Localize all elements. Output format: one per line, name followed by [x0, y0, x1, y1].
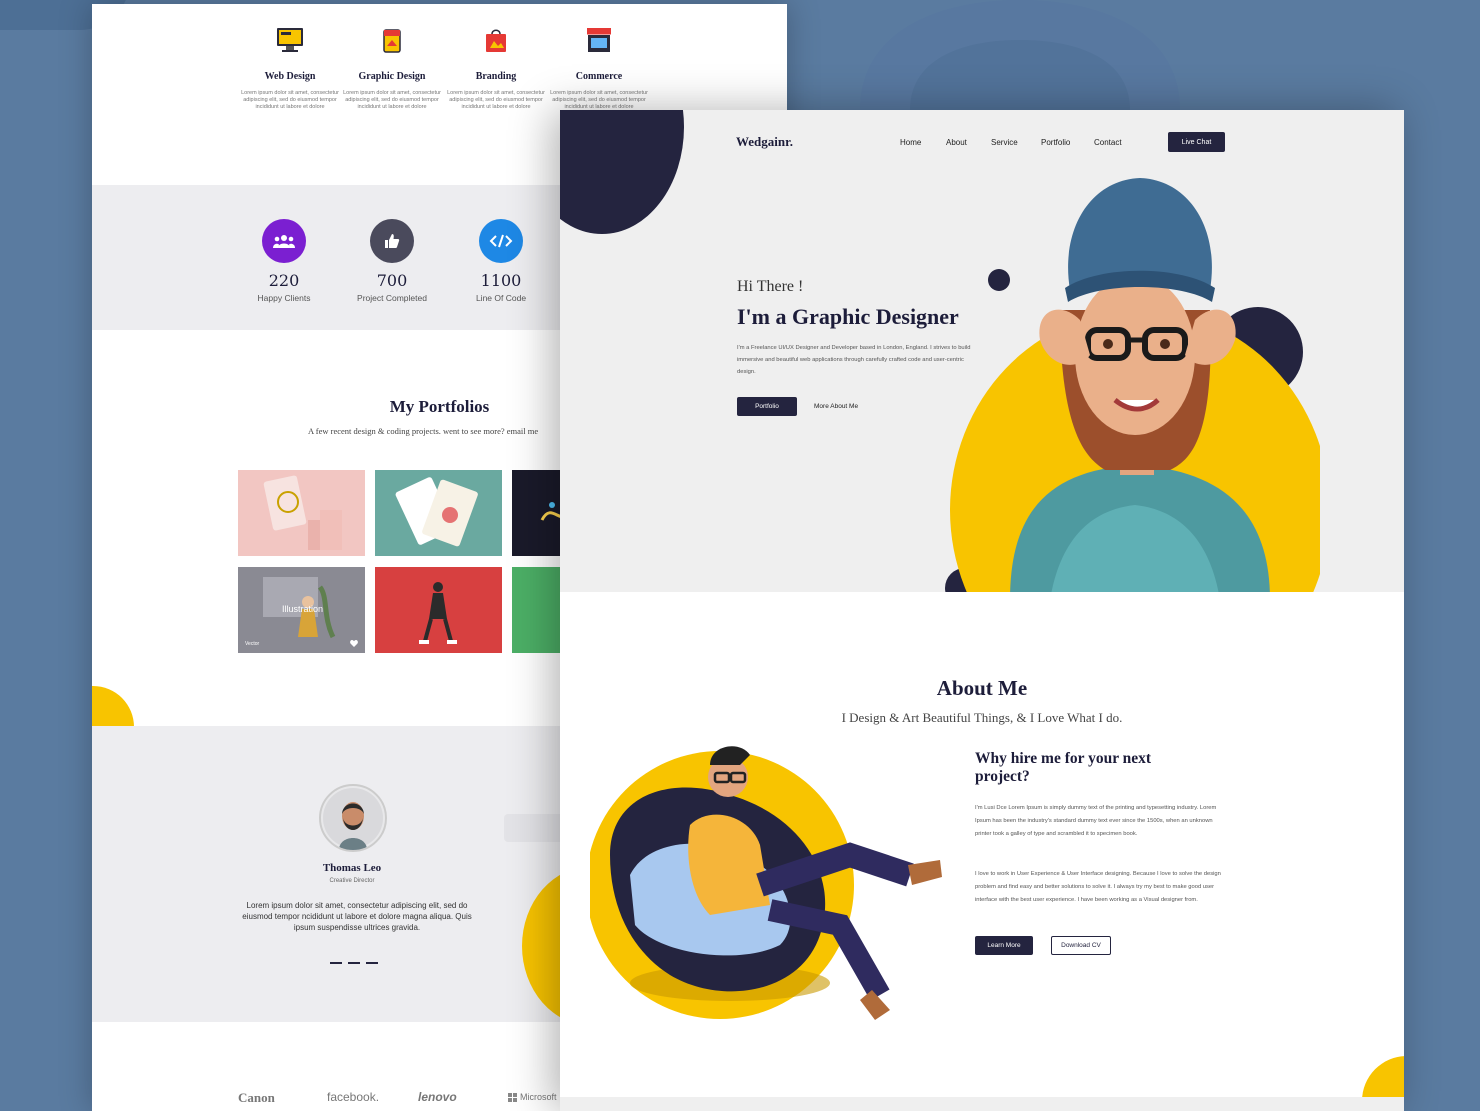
why-hire-title: Why hire me for your next project?: [975, 750, 1152, 785]
stat-number: 1100: [480, 271, 522, 290]
service-desc: Lorem ipsum dolor sit amet, consectetur …: [550, 90, 648, 110]
hero-headline: I'm a Graphic Designer: [737, 304, 959, 329]
logo-lenovo: lenovo: [418, 1090, 457, 1104]
more-about-me-link[interactable]: More About Me: [814, 403, 858, 410]
testimonial-quote: Lorem ipsum dolor sit amet, consectetur …: [242, 901, 472, 932]
about-paragraph-2: I love to work in User Experience & User…: [975, 871, 1221, 903]
users-icon: [262, 219, 306, 263]
about-illustration: [590, 746, 942, 1020]
service-title: Branding: [475, 71, 517, 82]
learn-more-button[interactable]: Learn More: [975, 936, 1033, 955]
stat-number: 700: [376, 271, 408, 290]
stat-label: Line Of Code: [475, 293, 527, 303]
stat-project-completed: 700 Project Completed: [342, 219, 442, 303]
hero-greeting: Hi There !: [737, 278, 804, 295]
paint-bucket-icon: [383, 29, 401, 53]
nav-about[interactable]: About: [946, 138, 967, 147]
service-graphic-design: Graphic Design Lorem ipsum dolor sit ame…: [342, 24, 442, 111]
windows-icon: [508, 1092, 517, 1102]
storefront-icon: [587, 28, 611, 52]
decor-circle: [560, 110, 684, 234]
nav-service[interactable]: Service: [991, 138, 1018, 147]
logo-microsoft: Microsoft: [520, 1092, 557, 1102]
heart-icon[interactable]: [350, 640, 358, 647]
portfolio-item-5[interactable]: [375, 567, 502, 653]
hero-section: Wedgainr. Home About Service Portfolio C…: [560, 110, 1404, 592]
shopping-bag-icon: [486, 29, 506, 52]
testimonial-name: Thomas Leo: [322, 862, 382, 874]
monitor-icon: [277, 28, 303, 52]
about-paragraph-1: I'm Lusi Dce Lorem Ipsum is simply dummy…: [975, 805, 1217, 837]
front-page-preview: Wedgainr. Home About Service Portfolio C…: [560, 110, 1404, 1111]
thumbs-up-icon: [370, 219, 414, 263]
portfolio-button[interactable]: Portfolio: [737, 397, 797, 416]
live-chat-button[interactable]: Live Chat: [1168, 132, 1225, 152]
service-desc: Lorem ipsum dolor sit amet, consectetur …: [241, 90, 339, 110]
next-section-edge: [560, 1097, 1404, 1111]
portfolio-overlay-title: Illustration: [282, 604, 324, 614]
download-cv-button[interactable]: Download CV: [1051, 936, 1111, 955]
portfolio-item-1[interactable]: [238, 470, 365, 556]
testimonial-role: Creative Director: [329, 878, 375, 884]
service-commerce: Commerce Lorem ipsum dolor sit amet, con…: [549, 24, 649, 111]
avatar: [319, 784, 387, 852]
portfolio-overlay-tag: Vector: [245, 641, 260, 647]
carousel-dots[interactable]: [330, 962, 378, 964]
stat-label: Happy Clients: [257, 293, 311, 303]
hero-illustration: [945, 178, 1320, 592]
service-title: Commerce: [575, 71, 623, 82]
service-title: Web Design: [264, 71, 316, 82]
logo-canon: Canon: [238, 1090, 275, 1105]
brand-logo[interactable]: Wedgainr.: [736, 134, 793, 150]
stat-label: Project Completed: [357, 293, 427, 303]
nav-home[interactable]: Home: [900, 138, 921, 147]
nav-portfolio[interactable]: Portfolio: [1041, 138, 1070, 147]
logo-facebook: facebook.: [327, 1090, 380, 1104]
nav-contact[interactable]: Contact: [1094, 138, 1122, 147]
code-icon: [479, 219, 523, 263]
about-subtitle: I Design & Art Beautiful Things, & I Lov…: [841, 710, 1123, 725]
stat-number: 220: [268, 271, 300, 290]
service-desc: Lorem ipsum dolor sit amet, consectetur …: [343, 90, 441, 110]
stat-happy-clients: 220 Happy Clients: [234, 219, 334, 303]
about-title: About Me: [936, 676, 1028, 700]
service-desc: Lorem ipsum dolor sit amet, consectetur …: [447, 90, 545, 110]
service-web-design: Web Design Lorem ipsum dolor sit amet, c…: [240, 24, 340, 111]
stat-line-of-code: 1100 Line Of Code: [451, 219, 551, 303]
portfolio-item-illustration[interactable]: Illustration Vector: [238, 567, 365, 653]
portfolio-item-2[interactable]: [375, 470, 502, 556]
service-branding: Branding Lorem ipsum dolor sit amet, con…: [446, 24, 546, 111]
service-title: Graphic Design: [358, 71, 426, 82]
logo-microsoft-group: Microsoft: [508, 1092, 557, 1102]
background-illustration: [860, 0, 1180, 110]
